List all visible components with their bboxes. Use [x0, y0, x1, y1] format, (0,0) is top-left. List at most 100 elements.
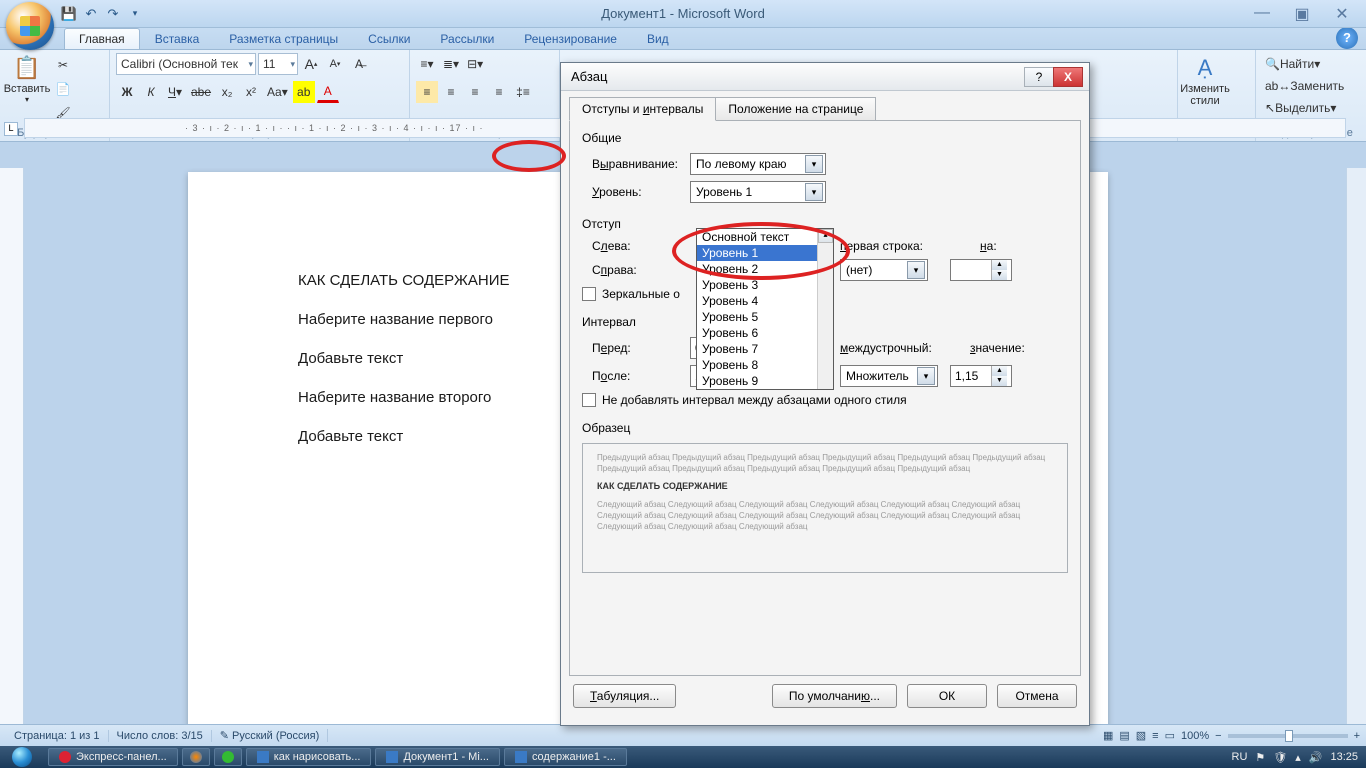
nospace-checkbox[interactable]: [582, 393, 596, 407]
start-button[interactable]: [0, 746, 44, 768]
first-line-combo[interactable]: (нет)▾: [840, 259, 928, 281]
font-size-combo[interactable]: 11: [258, 53, 298, 75]
ok-button[interactable]: ОК: [907, 684, 987, 708]
superscript-icon[interactable]: x²: [240, 81, 262, 103]
help-button[interactable]: ?: [1336, 27, 1358, 49]
tray-flag-icon[interactable]: ⚑: [1255, 751, 1265, 764]
change-case-icon[interactable]: Aa▾: [264, 81, 291, 103]
tab-position[interactable]: Положение на странице: [715, 97, 876, 121]
tab-review[interactable]: Рецензирование: [509, 28, 632, 49]
value-spin[interactable]: ▲▼: [950, 365, 1012, 387]
tray-time[interactable]: 13:25: [1330, 751, 1358, 763]
level-option-8[interactable]: Уровень 8: [697, 357, 833, 373]
subscript-icon[interactable]: x₂: [216, 81, 238, 103]
task-word1[interactable]: как нарисовать...: [246, 748, 372, 766]
numbering-icon[interactable]: ≣▾: [440, 53, 462, 75]
cut-icon[interactable]: ✂: [52, 54, 74, 76]
status-words[interactable]: Число слов: 3/15: [109, 730, 212, 742]
tray-lang[interactable]: RU: [1232, 751, 1248, 763]
tray-volume-icon[interactable]: 🔊: [1309, 751, 1323, 764]
view-web-icon[interactable]: ▧: [1136, 729, 1146, 742]
dialog-close-button[interactable]: X: [1053, 67, 1083, 87]
line-spacing-combo[interactable]: Множитель▾: [840, 365, 938, 387]
scrollbar-vertical[interactable]: [1346, 168, 1366, 724]
zoom-in-icon[interactable]: +: [1354, 730, 1360, 742]
level-option-6[interactable]: Уровень 6: [697, 325, 833, 341]
zoom-percent[interactable]: 100%: [1181, 730, 1209, 742]
ruler-corner[interactable]: L: [4, 122, 18, 136]
mirror-checkbox[interactable]: [582, 287, 596, 301]
level-option-4[interactable]: Уровень 4: [697, 293, 833, 309]
tabs-button[interactable]: Табуляция...: [573, 684, 676, 708]
tab-home[interactable]: Главная: [64, 28, 140, 49]
tab-indents[interactable]: Отступы и интервалы: [569, 97, 716, 121]
view-print-icon[interactable]: ▦: [1103, 729, 1113, 742]
bullets-icon[interactable]: ≡▾: [416, 53, 438, 75]
minimize-button[interactable]: —: [1248, 4, 1276, 24]
task-opera[interactable]: Экспресс-панел...: [48, 748, 178, 766]
level-option-3[interactable]: Уровень 3: [697, 277, 833, 293]
office-button[interactable]: [6, 2, 54, 50]
tab-layout[interactable]: Разметка страницы: [214, 28, 353, 49]
level-option-7[interactable]: Уровень 7: [697, 341, 833, 357]
qat-more-icon[interactable]: ▾: [126, 5, 144, 23]
find-button[interactable]: 🔍 Найти ▾: [1262, 53, 1323, 75]
align-left-icon[interactable]: ≡: [416, 81, 438, 103]
dialog-help-button[interactable]: ?: [1024, 67, 1054, 87]
line-spacing-icon[interactable]: ‡≡: [512, 81, 534, 103]
level-option-9[interactable]: Уровень 9: [697, 373, 833, 389]
shrink-font-icon[interactable]: A▾: [324, 53, 346, 75]
maximize-button[interactable]: ▣: [1288, 4, 1316, 24]
dialog-titlebar[interactable]: Абзац ? X: [561, 63, 1089, 91]
replace-button[interactable]: ab↔ Заменить: [1262, 75, 1347, 97]
tab-mailings[interactable]: Рассылки: [425, 28, 509, 49]
doc-heading[interactable]: КАК СДЕЛАТЬ СОДЕРЖАНИЕ: [298, 272, 509, 289]
zoom-slider[interactable]: [1228, 734, 1348, 738]
default-button[interactable]: По умолчанию...: [772, 684, 897, 708]
paste-button[interactable]: 📋 Вставить ▾: [6, 53, 48, 109]
copy-icon[interactable]: 📄: [52, 78, 74, 100]
tray-shield-icon[interactable]: 🛡: [1273, 751, 1287, 764]
justify-icon[interactable]: ≡: [488, 81, 510, 103]
task-firefox[interactable]: [182, 748, 210, 766]
font-family-combo[interactable]: Calibri (Основной тек: [116, 53, 256, 75]
italic-icon[interactable]: К: [140, 81, 162, 103]
font-color-icon[interactable]: A: [317, 81, 339, 103]
align-right-icon[interactable]: ≡: [464, 81, 486, 103]
tab-view[interactable]: Вид: [632, 28, 684, 49]
view-draft-icon[interactable]: ▭: [1165, 729, 1175, 742]
highlight-icon[interactable]: ab: [293, 81, 315, 103]
status-page[interactable]: Страница: 1 из 1: [6, 730, 109, 742]
clear-format-icon[interactable]: A̶: [348, 53, 370, 75]
level-option-2[interactable]: Уровень 2: [697, 261, 833, 277]
grow-font-icon[interactable]: A▴: [300, 53, 322, 75]
status-lang[interactable]: ✎ Русский (Россия): [212, 729, 329, 742]
zoom-out-icon[interactable]: −: [1215, 730, 1221, 742]
select-button[interactable]: ↖ Выделить ▾: [1262, 97, 1339, 119]
task-word3[interactable]: содержание1 -...: [504, 748, 627, 766]
tab-insert[interactable]: Вставка: [140, 28, 215, 49]
ruler-vertical[interactable]: [0, 168, 24, 724]
strike-icon[interactable]: abe: [188, 81, 214, 103]
underline-icon[interactable]: Ч▾: [164, 81, 186, 103]
redo-icon[interactable]: ↷: [104, 5, 122, 23]
change-styles-button[interactable]: Ạ Изменить стили: [1184, 53, 1226, 109]
cancel-button[interactable]: Отмена: [997, 684, 1077, 708]
level-option-1[interactable]: Уровень 1: [697, 245, 833, 261]
level-combo[interactable]: Уровень 1▾: [690, 181, 826, 203]
align-center-icon[interactable]: ≡: [440, 81, 462, 103]
dropdown-scrollbar[interactable]: ▴: [817, 229, 833, 389]
view-read-icon[interactable]: ▤: [1119, 729, 1129, 742]
bold-icon[interactable]: Ж: [116, 81, 138, 103]
level-option-5[interactable]: Уровень 5: [697, 309, 833, 325]
close-button[interactable]: ✕: [1328, 4, 1356, 24]
view-outline-icon[interactable]: ≡: [1152, 730, 1158, 742]
level-option-body[interactable]: Основной текст: [697, 229, 833, 245]
task-utorrent[interactable]: [214, 748, 242, 766]
undo-icon[interactable]: ↶: [82, 5, 100, 23]
align-combo[interactable]: По левому краю▾: [690, 153, 826, 175]
on-spin[interactable]: ▲▼: [950, 259, 1012, 281]
save-icon[interactable]: 💾: [60, 5, 78, 23]
tray-up-icon[interactable]: ▴: [1295, 751, 1301, 764]
tab-references[interactable]: Ссылки: [353, 28, 425, 49]
